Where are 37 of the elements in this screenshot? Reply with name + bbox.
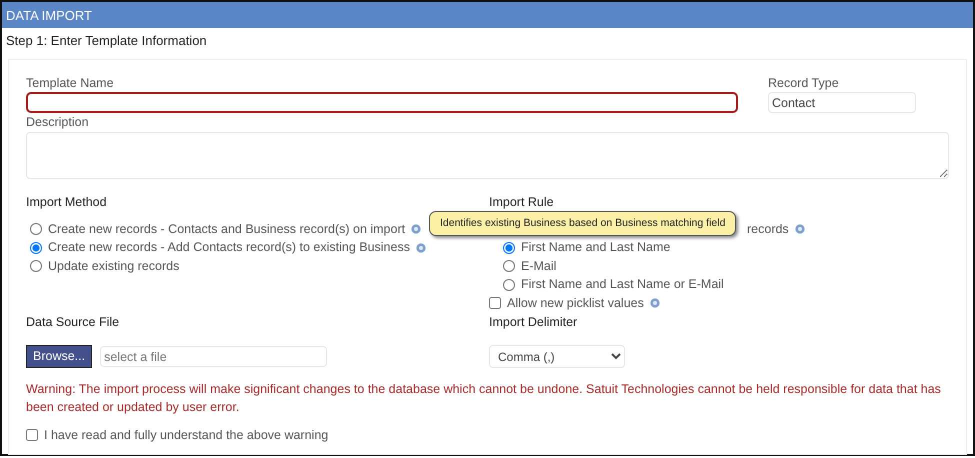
- checkbox[interactable]: [489, 297, 501, 309]
- checkbox[interactable]: [26, 429, 38, 442]
- radio-label: Create new records - Add Contacts record(s) to existing Business: [48, 239, 410, 256]
- section-label: Import Rule: [489, 194, 554, 211]
- radio-label: Update existing records: [48, 258, 180, 275]
- help-icon[interactable]: [411, 224, 422, 234]
- field-label: Record Type: [768, 74, 839, 92]
- radio-button[interactable]: [503, 242, 515, 254]
- field-label: Description: [26, 114, 89, 132]
- window-title: DATA IMPORT: [2, 2, 973, 28]
- radio-label: First Name and Last Name: [521, 239, 670, 256]
- browse-button[interactable]: Browse...: [26, 345, 92, 368]
- radio-label: First Name and Last Name or E-Mail: [521, 276, 724, 294]
- section-label: Data Source File: [26, 314, 120, 332]
- radio-label: Create new records - Contacts and Business record(s) on import: [48, 220, 406, 238]
- input-field[interactable]: Contact: [768, 92, 916, 114]
- section-label: Import Method: [26, 194, 107, 211]
- delimiter-select[interactable]: Comma (,): [489, 345, 625, 368]
- tooltip: Identifies existing Business based on Business matching field: [429, 210, 736, 236]
- option-text: records: [747, 220, 789, 238]
- help-icon[interactable]: [650, 298, 660, 308]
- help-icon[interactable]: [416, 242, 426, 252]
- radio-button[interactable]: [503, 278, 515, 290]
- checkbox-label: I have read and fully understand the above warning: [44, 426, 328, 444]
- radio-button[interactable]: [30, 242, 42, 254]
- section-label: Import Delimiter: [489, 314, 578, 332]
- warning-text: Warning: The import process will make significant changes to the database which cannot be undone. Satuit Technologies cannot be held responsible for data that has been created or updated by user error.: [26, 381, 942, 416]
- radio-button[interactable]: [30, 260, 42, 272]
- file-field[interactable]: select a file: [100, 346, 328, 367]
- input-field[interactable]: [26, 92, 738, 114]
- step-heading: Step 1: Enter Template Information: [5, 32, 208, 50]
- radio-button[interactable]: [30, 223, 42, 235]
- radio-button[interactable]: [503, 260, 515, 272]
- checkbox-label: Allow new picklist values: [507, 294, 644, 312]
- field-label: Template Name: [26, 74, 114, 92]
- radio-label: E-Mail: [521, 258, 556, 275]
- help-icon[interactable]: [794, 224, 805, 234]
